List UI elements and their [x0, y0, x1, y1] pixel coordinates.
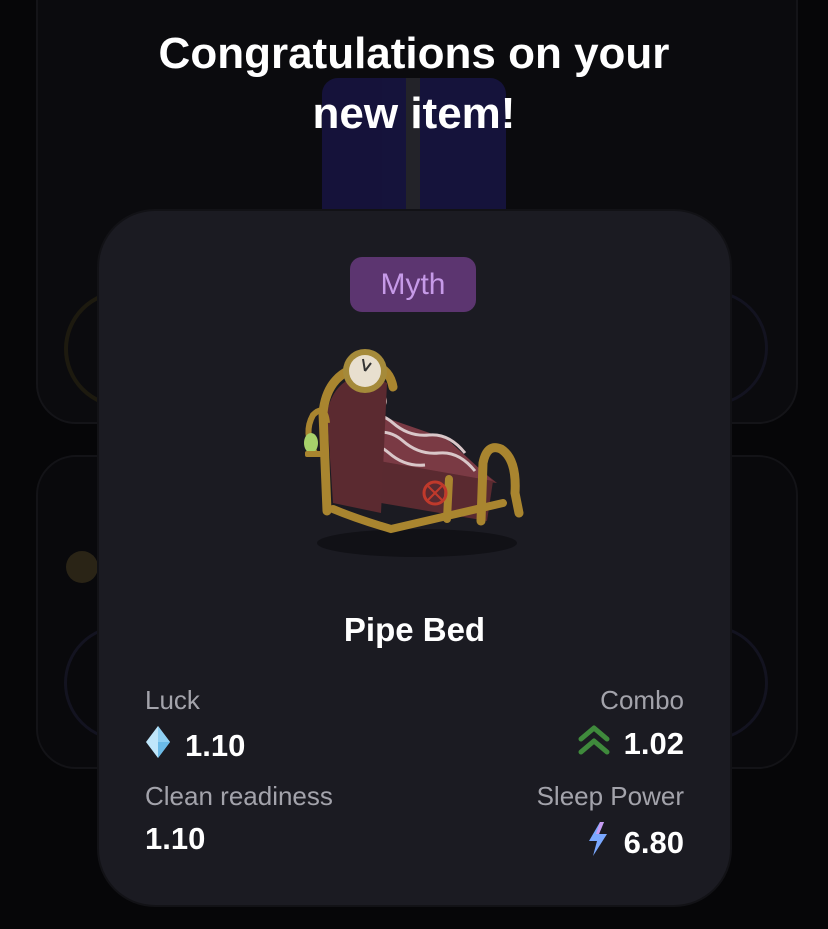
- double-chevron-up-icon: [578, 725, 610, 763]
- clean-readiness-value: 1.10: [145, 821, 206, 856]
- title-line-1: Congratulations on your: [158, 29, 670, 78]
- item-name: Pipe Bed: [343, 611, 486, 648]
- combo-stat: 1.02: [578, 725, 684, 763]
- sleep-power-stat: 6.80: [586, 821, 684, 865]
- diamond-icon: [145, 725, 171, 767]
- lightning-icon: [586, 821, 610, 865]
- coin-icon: [66, 551, 98, 583]
- pipe-bed-icon: [297, 343, 533, 565]
- clean-readiness-label: Clean readiness: [145, 781, 333, 811]
- luck-stat: 1.10: [145, 725, 245, 767]
- luck-value: 1.10: [185, 728, 246, 763]
- title-line-2: new item!: [312, 89, 516, 138]
- clean-readiness-stat: 1.10: [145, 821, 205, 857]
- combo-value: 1.02: [623, 726, 684, 761]
- sleep-power-value: 6.80: [623, 825, 684, 860]
- sleep-power-label: Sleep Power: [536, 781, 684, 811]
- luck-label: Luck: [145, 685, 200, 715]
- combo-label: Combo: [600, 685, 684, 715]
- new-item-card: Myth Pipe Bed Luck 1.10 Combo 1.02 Clean…: [99, 211, 730, 905]
- rarity-badge: Myth: [350, 257, 476, 312]
- congratulations-title: Congratulations on your new item!: [0, 24, 828, 144]
